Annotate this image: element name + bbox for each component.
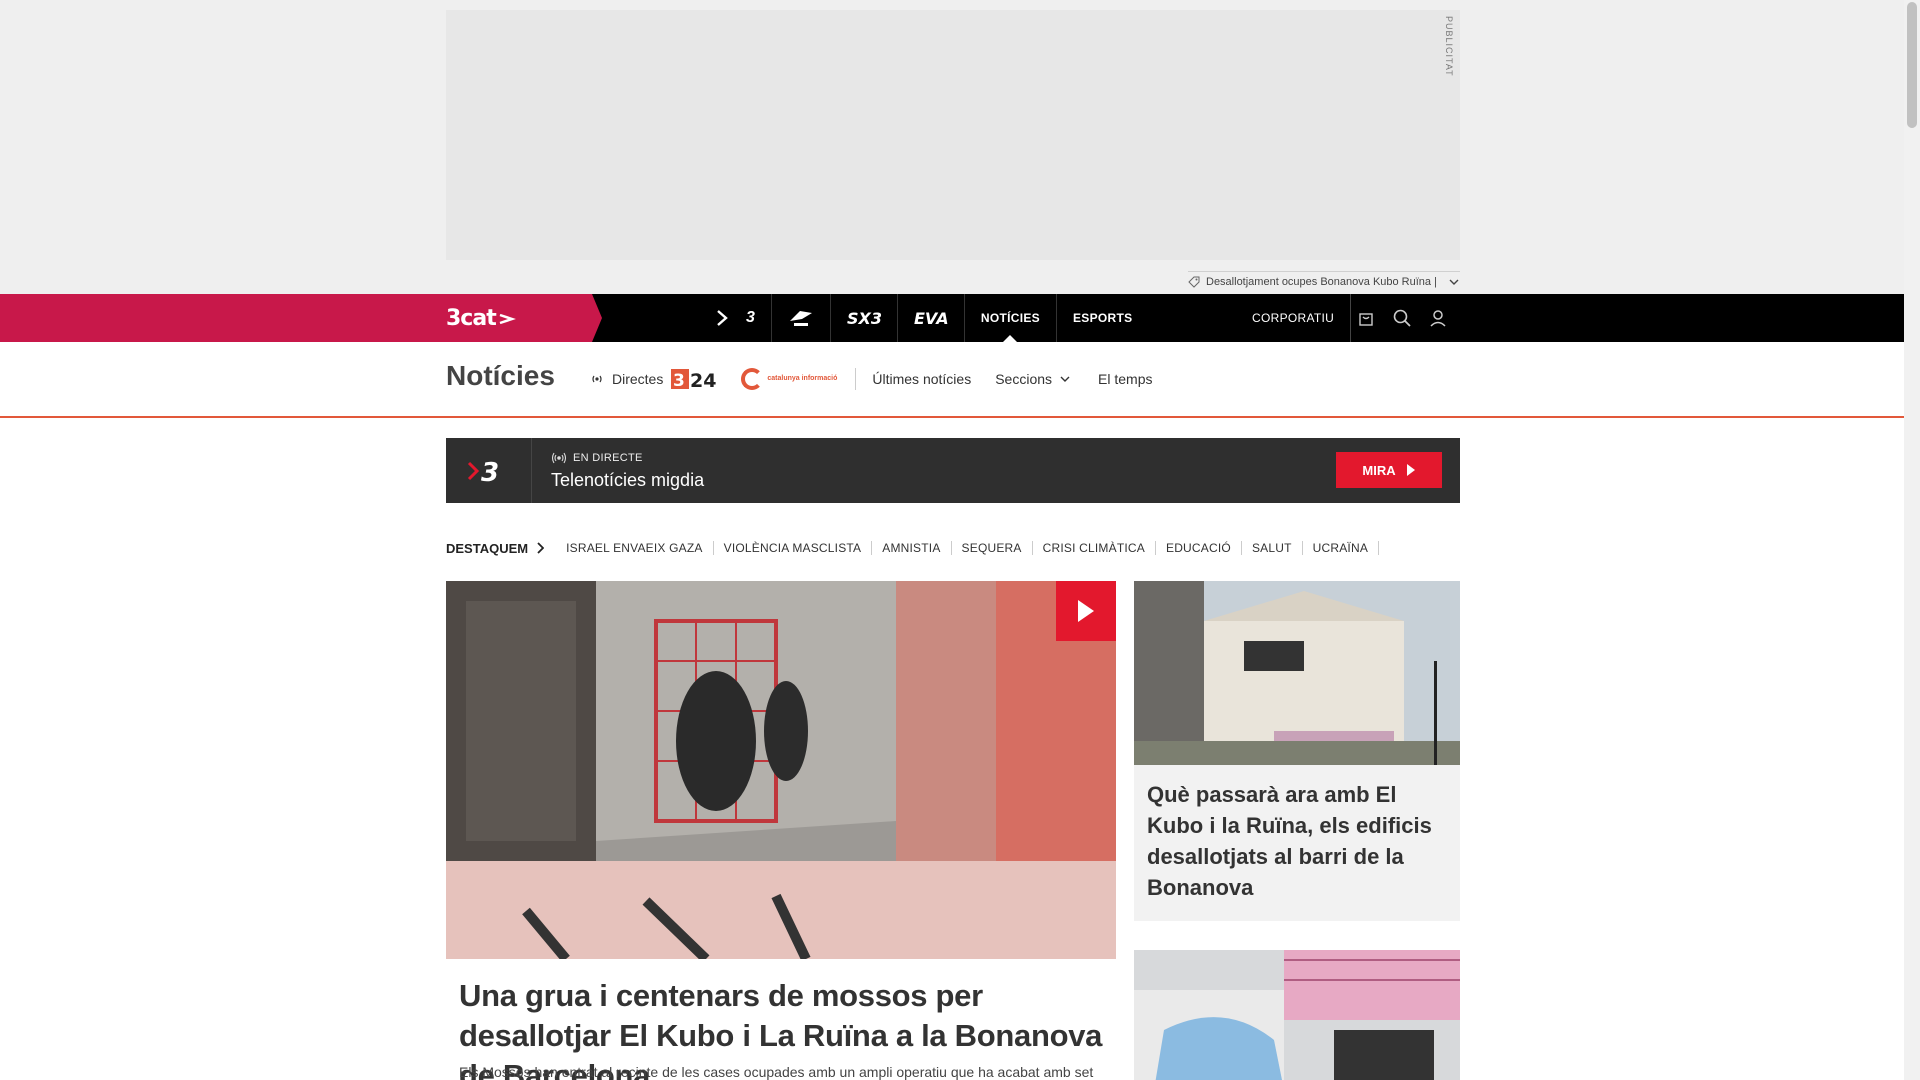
side-article-title: Què passarà ara amb El Kubo i la Ruïna, … [1147, 782, 1432, 900]
search-icon[interactable] [1392, 308, 1412, 328]
svg-text:EVA: EVA [914, 309, 948, 327]
side-photo [1134, 581, 1460, 765]
shop-bag-icon[interactable] [1356, 308, 1376, 328]
sx3-logo-icon: SX3 [847, 309, 881, 327]
main-article-image[interactable] [446, 581, 1116, 959]
directes-label: Directes [612, 371, 664, 387]
channel-links: 3 SX3 EVA NOTÍCIES ESPORTS [700, 294, 1148, 342]
live-title: Telenotícies migdia [551, 470, 705, 490]
svg-text:3: 3 [673, 371, 685, 391]
directes-link[interactable]: Directes [590, 371, 663, 387]
catinfo-text: catalunya informació [767, 375, 838, 382]
channel-catradio[interactable] [772, 294, 831, 342]
chevron-down-icon [1449, 279, 1459, 285]
tag-educacio[interactable]: EDUCACIÓ [1156, 541, 1242, 555]
side-article-image-2[interactable] [1134, 950, 1460, 1080]
ad-banner[interactable] [446, 10, 1460, 260]
play-video-button[interactable] [1056, 581, 1116, 641]
channel-eva[interactable]: EVA [898, 294, 965, 342]
topic-tag-label: Desallotjament ocupes Bonanova Kubo Ruïn… [1206, 275, 1437, 288]
tag-crisi-climatica[interactable]: CRISI CLIMÀTICA [1033, 541, 1156, 555]
tag-violencia-masclista[interactable]: VIOLÈNCIA MASCLISTA [714, 541, 873, 555]
topic-tag-dropdown[interactable]: Desallotjament ocupes Bonanova Kubo Ruïn… [1188, 271, 1460, 291]
tag-israel-envaeix-gaza[interactable]: ISRAEL ENVAEIX GAZA [556, 541, 714, 555]
main-article-summary: Els Mossos han entrat al recinte de les … [459, 1064, 1094, 1080]
broadcast-icon [551, 452, 567, 464]
seccions-label: Seccions [995, 371, 1053, 387]
live-status: EN DIRECTE [551, 452, 643, 464]
svg-text:SX3: SX3 [847, 309, 881, 327]
channel-3[interactable]: 3 [700, 294, 772, 342]
brand-logo[interactable]: 3cat [446, 306, 516, 331]
tag-salut[interactable]: SALUT [1242, 541, 1303, 555]
top-icons [1356, 294, 1448, 342]
svg-text:24: 24 [690, 370, 716, 391]
seccions-dropdown[interactable]: Seccions [995, 371, 1070, 387]
mira-label: MIRA [1362, 462, 1396, 478]
logo-324[interactable]: 3 24 [671, 367, 725, 391]
top-navigation: 3cat 3 SX3 EVA NOTÍCIES ESPORTS CORPORAT… [0, 294, 1904, 342]
catradio-logo-icon [789, 311, 812, 326]
logo-324-mark: 3 24 [671, 369, 717, 391]
play-icon [1406, 464, 1415, 476]
ad-zone: PUBLICITAT Desallotjament ocupes Bonanov… [0, 0, 1904, 294]
destaquem-label[interactable]: DESTAQUEM [446, 541, 545, 556]
section-title: Notícies [446, 360, 555, 391]
tag-amnistia[interactable]: AMNISTIA [872, 541, 952, 555]
chevron-right-icon [537, 542, 545, 554]
side-article-image [1134, 581, 1460, 765]
link-ultimes-noticies[interactable]: Últimes notícies [872, 371, 971, 387]
live-channel-logo: 3 [446, 438, 532, 503]
tag-icon [1188, 276, 1200, 288]
live-banner[interactable]: 3 EN DIRECTE Telenotícies migdia MIRA [446, 438, 1460, 503]
nav-corporatiu[interactable]: CORPORATIU [1252, 294, 1352, 342]
mira-button[interactable]: MIRA [1336, 452, 1442, 488]
channel-sx3[interactable]: SX3 [831, 294, 898, 342]
side-photo-2 [1134, 950, 1460, 1080]
link-el-temps[interactable]: El temps [1098, 371, 1152, 387]
ad-label: PUBLICITAT [1444, 16, 1454, 77]
live-status-label: EN DIRECTE [573, 452, 643, 464]
main-photo [446, 581, 1116, 959]
chevron-down-icon [1060, 376, 1070, 382]
eva-logo-icon: EVA [914, 309, 948, 327]
svg-text:3: 3 [481, 458, 499, 487]
arrow-logo-icon [499, 313, 516, 324]
scrollbar-thumb[interactable] [1907, 2, 1917, 128]
section-header: Notícies Directes 3 24 catalunya informac… [0, 342, 1904, 418]
catinfo-mark [741, 368, 764, 390]
logo-catalunya-informacio[interactable]: catalunya informació [741, 368, 857, 390]
nav-noticies[interactable]: NOTÍCIES [965, 294, 1057, 342]
nav-esports[interactable]: ESPORTS [1057, 294, 1148, 342]
tag-sequera[interactable]: SEQUERA [952, 541, 1033, 555]
user-icon[interactable] [1428, 308, 1448, 328]
scrollbar[interactable] [1904, 0, 1920, 1080]
broadcast-icon [592, 375, 602, 383]
destaquem-bar: DESTAQUEM ISRAEL ENVAEIX GAZA VIOLÈNCIA … [446, 538, 1380, 558]
three-logo-icon [717, 310, 728, 326]
section-subnav: Directes 3 24 catalunya informació Últime… [590, 364, 1176, 394]
three-logo-icon: 3 [467, 458, 499, 487]
side-article-card[interactable]: Què passarà ara amb El Kubo i la Ruïna, … [1134, 581, 1460, 921]
tag-ucraina[interactable]: UCRAÏNA [1303, 541, 1380, 555]
play-icon [1078, 600, 1094, 622]
